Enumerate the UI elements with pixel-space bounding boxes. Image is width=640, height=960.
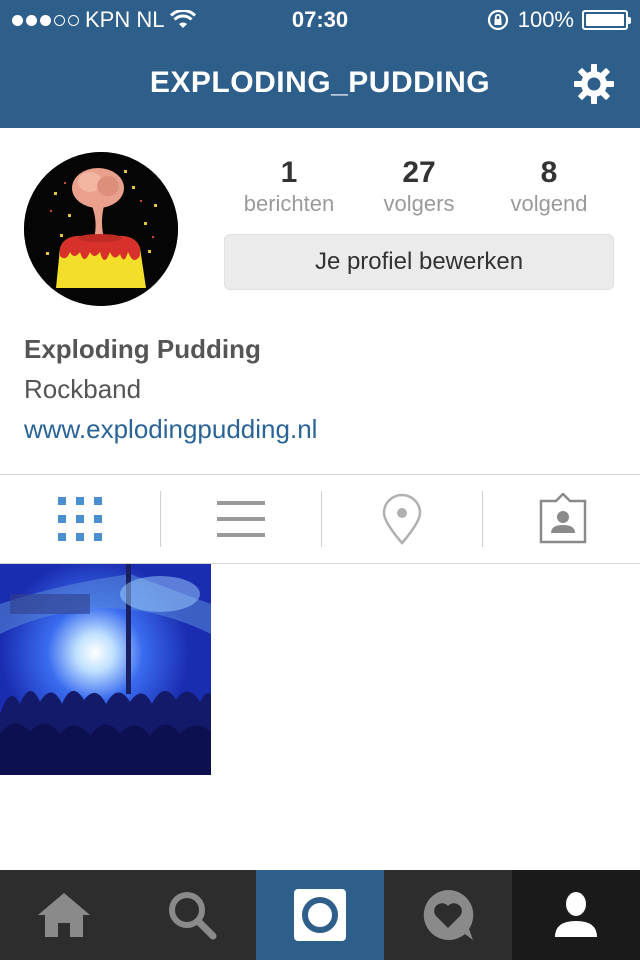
status-bar: KPN NL 07:30 100% [0,0,640,40]
profile-username-title: EXPLODING_PUDDING [149,66,491,99]
nav-home[interactable] [0,870,128,960]
status-right: 100% [486,7,631,33]
stat-following-label: volgend [510,191,588,216]
tab-map-view[interactable] [322,475,482,563]
top-bar: KPN NL 07:30 100% EXPLODING_PUDDING [0,0,640,128]
list-icon [217,501,265,537]
stat-posts-count: 1 [280,156,298,189]
profile-view-tabs [0,474,640,564]
gear-icon[interactable] [572,62,616,106]
stat-followers-count: 27 [402,156,436,189]
tab-grid-view[interactable] [0,475,160,563]
profile-name: Exploding Pudding [24,334,261,364]
profile-website-link[interactable]: www.explodingpudding.nl [24,414,317,445]
nav-activity[interactable] [384,870,512,960]
location-pin-icon [382,493,422,545]
edit-profile-button[interactable]: Je profiel bewerken [224,234,614,290]
camera-icon [294,889,346,941]
avatar[interactable] [24,152,178,306]
rotation-lock-icon [487,9,508,31]
exploding-pudding-logo [24,152,178,306]
concert-photo [0,564,211,775]
nav-profile[interactable] [512,870,640,960]
profile-stats: 1 berichten 27 volgers 8 volgend [224,156,614,226]
home-icon [38,893,90,937]
battery-percent: 100% [517,7,574,32]
nav-search[interactable] [128,870,256,960]
stat-followers-label: volgers [383,191,455,216]
tab-list-view[interactable] [161,475,321,563]
profile-icon [555,892,597,937]
bottom-nav [0,870,640,960]
post-thumbnail[interactable] [0,564,211,775]
stat-followers[interactable]: 27 volgers [354,156,484,218]
stat-posts[interactable]: 1 berichten [224,156,354,218]
nav-camera[interactable] [256,870,384,960]
grid-icon [58,497,102,541]
stat-following-count: 8 [540,156,558,189]
tagged-person-icon [539,493,587,544]
profile-bio: Rockband [24,374,142,404]
tab-tagged-view[interactable] [483,475,640,563]
activity-heart-icon [423,889,474,940]
stat-following[interactable]: 8 volgend [484,156,614,218]
search-icon [169,892,217,940]
battery-icon [582,10,631,30]
stat-posts-label: berichten [243,191,335,216]
